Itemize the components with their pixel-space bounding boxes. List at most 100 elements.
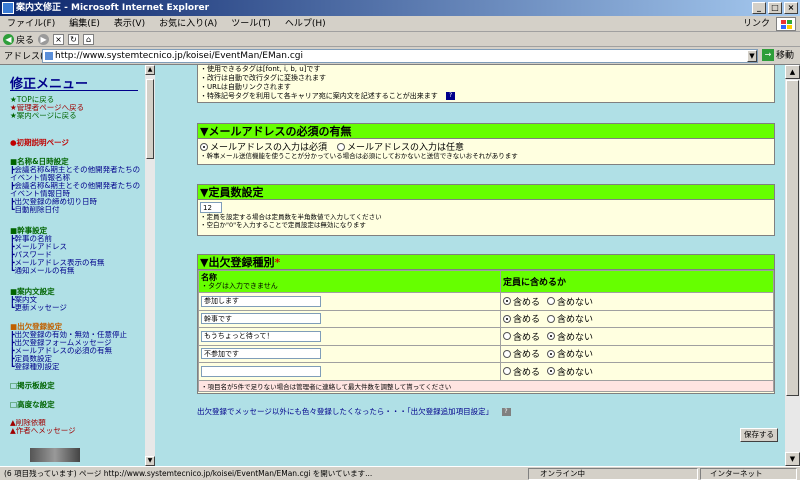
type-include-cell: 含める 含めない — [500, 292, 774, 311]
type-name-input-3[interactable] — [201, 330, 321, 342]
sidebar-link-author-message[interactable]: ▲作者へメッセージ — [10, 427, 145, 435]
include-option[interactable]: 含める — [503, 330, 540, 343]
capacity-note: ・定員を設定する場合は定員数を半角数値で入力してください — [200, 213, 382, 221]
main-scrollbar[interactable]: ▲ ▼ — [785, 65, 800, 466]
capacity-input[interactable] — [200, 202, 222, 213]
address-input[interactable]: http://www.systemtecnico.jp/koisei/Event… — [42, 49, 758, 63]
include-radio[interactable] — [503, 332, 511, 341]
type-name-input-5[interactable] — [201, 365, 321, 377]
minimize-button[interactable]: _ — [752, 2, 766, 14]
scroll-down-icon[interactable]: ▼ — [785, 452, 800, 466]
table-row: 含める 含めない — [198, 292, 774, 311]
toolbar: ◀ 戻る ▶ × ↻ ⌂ — [0, 32, 800, 47]
include-option[interactable]: 含める — [503, 295, 540, 308]
address-dropdown-icon[interactable]: ▼ — [747, 50, 757, 62]
refresh-icon[interactable]: ↻ — [68, 33, 80, 45]
stop-icon[interactable]: × — [53, 33, 65, 45]
exclude-label: 含めない — [557, 297, 594, 308]
menu-file[interactable]: ファイル(F) — [0, 16, 62, 32]
sidebar-link-advanced[interactable]: □高度な設定 — [10, 400, 145, 409]
exclude-option[interactable]: 含めない — [547, 312, 593, 325]
forward-button[interactable]: ▶ — [38, 33, 50, 45]
sidebar-item[interactable]: ┣会議名称&期主とその他開発者たちの — [10, 166, 145, 174]
scroll-thumb[interactable] — [786, 80, 799, 396]
additional-items-link[interactable]: 出欠登録でメッセージ以外にも色々登録したくなったら・・・「出欠登録追加項目設定」 — [197, 407, 493, 416]
sidebar-item[interactable]: イベント情報名称 — [10, 174, 145, 182]
include-radio[interactable] — [503, 314, 511, 323]
include-radio[interactable] — [503, 297, 511, 306]
exclude-option[interactable]: 含めない — [547, 365, 593, 378]
sidebar-item[interactable]: ┣パスワード — [10, 251, 145, 259]
exclude-radio[interactable] — [547, 332, 556, 341]
sidebar-scroll-up-icon[interactable]: ▲ — [145, 65, 155, 75]
home-icon[interactable]: ⌂ — [83, 33, 95, 45]
include-option[interactable]: 含める — [503, 347, 540, 360]
sidebar-item[interactable]: ┣出欠登録の有効・無効・任意停止 — [10, 331, 145, 339]
go-arrow-icon: → — [762, 48, 774, 61]
tag-note-carrier: ・特殊記号タグを利用して各キャリア宛に案内文を記述することが出来ます ? — [198, 92, 774, 101]
sidebar-item[interactable]: ┣案内文 — [10, 296, 145, 304]
exclude-radio[interactable] — [547, 367, 556, 376]
type-name-input-2[interactable] — [201, 313, 321, 325]
sidebar-item[interactable]: ┣出欠登録の締め切り日時 — [10, 198, 145, 206]
sidebar-item[interactable]: イベント情報日時 — [10, 190, 145, 198]
exclude-option[interactable]: 含めない — [547, 330, 593, 343]
include-label: 含める — [513, 297, 541, 308]
back-button[interactable]: ◀ 戻る — [3, 33, 34, 46]
sidebar-item[interactable]: ┗自動削除日付 — [10, 206, 145, 214]
menu-edit[interactable]: 編集(E) — [62, 16, 107, 32]
menu-view[interactable]: 表示(V) — [107, 16, 152, 32]
sidebar-link-delete-request[interactable]: ▲削除依頼 — [10, 419, 145, 427]
sidebar-item[interactable]: ┣メールアドレス表示の有無 — [10, 259, 145, 267]
exclude-radio[interactable] — [547, 297, 556, 306]
help-icon[interactable]: ? — [501, 408, 511, 416]
help-icon[interactable]: ? — [446, 92, 456, 100]
table-row: 含める 含めない — [198, 344, 774, 363]
include-radio[interactable] — [503, 367, 511, 376]
sidebar-item[interactable]: ┗通知メールの有無 — [10, 267, 145, 275]
menu-help[interactable]: ヘルプ(H) — [278, 16, 333, 32]
include-radio[interactable] — [503, 349, 511, 358]
sidebar-item[interactable]: ┗登録種別設定 — [10, 363, 145, 371]
save-button[interactable]: 保存する — [740, 428, 778, 442]
sidebar-item[interactable]: ┣幹事の名前 — [10, 235, 145, 243]
type-name-cell — [198, 344, 501, 363]
type-name-input-4[interactable] — [201, 348, 321, 360]
exclude-option[interactable]: 含めない — [547, 347, 593, 360]
include-option[interactable]: 含める — [503, 365, 540, 378]
sidebar-link-board[interactable]: □掲示板設定 — [10, 381, 145, 390]
sidebar-item[interactable]: ┣定員数設定 — [10, 355, 145, 363]
sidebar-item[interactable]: ┣メールアドレスの必須の有無 — [10, 347, 145, 355]
email-optional-radio[interactable] — [337, 142, 346, 151]
sidebar-item[interactable]: ┣メールアドレス — [10, 243, 145, 251]
sidebar-group-head-active: ■出欠登録設定 — [10, 322, 63, 331]
exclude-radio[interactable] — [547, 349, 556, 358]
sidebar-item[interactable]: ┣出欠登録フォームメッセージ — [10, 339, 145, 347]
sidebar-scrollbar[interactable]: ▲ ▼ — [145, 65, 155, 466]
maximize-button[interactable]: □ — [768, 2, 782, 14]
close-button[interactable]: × — [784, 2, 798, 14]
sidebar-group-guide-text: ■案内文設定 ┣案内文 ┗更新メッセージ — [10, 287, 145, 312]
menu-favorites[interactable]: お気に入り(A) — [152, 16, 224, 32]
sidebar-scroll-thumb[interactable] — [146, 79, 154, 159]
status-zone: インターネット — [710, 469, 763, 478]
main-panel: ・使用できるタグは[font, i, b, u]です ・改行は自動で改行タグに変… — [155, 65, 785, 466]
links-button[interactable]: リンク — [743, 16, 770, 32]
sidebar-link-guide[interactable]: ★案内ページに戻る — [10, 112, 145, 120]
sidebar-scroll-down-icon[interactable]: ▼ — [145, 456, 155, 466]
sidebar-link-init-setup[interactable]: ●初期説明ページ — [10, 138, 145, 147]
sidebar-link-admin[interactable]: ★管理者ページへ戻る — [10, 104, 145, 112]
menu-tools[interactable]: ツール(T) — [224, 16, 278, 32]
exclude-radio[interactable] — [547, 314, 556, 323]
scroll-up-icon[interactable]: ▲ — [785, 65, 800, 79]
type-name-input-1[interactable] — [201, 295, 321, 307]
sidebar-divider — [10, 90, 138, 91]
include-option[interactable]: 含める — [503, 312, 540, 325]
go-button[interactable]: → 移動 — [762, 48, 794, 61]
sidebar-item[interactable]: ┗更新メッセージ — [10, 304, 145, 312]
email-required-radio[interactable] — [200, 142, 208, 151]
type-include-cell: 含める 含めない — [500, 344, 774, 363]
sidebar-link-top[interactable]: ★TOPに戻る — [10, 96, 145, 104]
sidebar-item[interactable]: ┣会議名称&期主とその他開発者たちの — [10, 182, 145, 190]
exclude-option[interactable]: 含めない — [547, 295, 593, 308]
